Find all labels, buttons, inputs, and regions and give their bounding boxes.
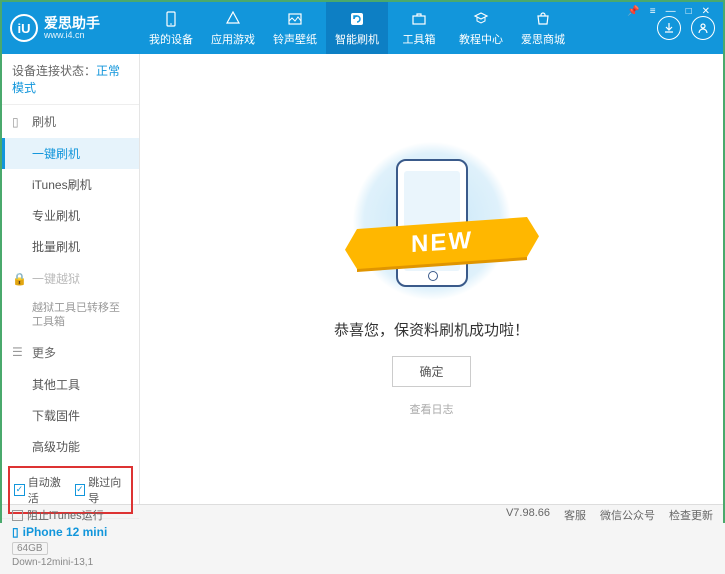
- toolbox-icon: [410, 10, 428, 28]
- sidebar-head-more[interactable]: ☰ 更多: [2, 336, 139, 369]
- minimize-icon[interactable]: —: [663, 6, 679, 17]
- apps-icon: [224, 10, 242, 28]
- sidebar-head-flash[interactable]: ▯ 刷机: [2, 105, 139, 138]
- nav-flash[interactable]: 智能刷机: [326, 2, 388, 54]
- device-phone-icon: ▯: [12, 525, 19, 539]
- success-illustration: NEW: [347, 141, 517, 301]
- maximize-icon[interactable]: □: [683, 6, 695, 17]
- logo-icon: iU: [10, 14, 38, 42]
- download-button[interactable]: [657, 16, 681, 40]
- jailbreak-note: 越狱工具已转移至工具箱: [2, 295, 139, 336]
- device-capacity: 64GB: [12, 542, 48, 555]
- check-update-link[interactable]: 检查更新: [669, 507, 713, 523]
- sidebar-item-advanced[interactable]: 高级功能: [2, 431, 139, 462]
- device-version: Down-12mini-13,1: [12, 557, 129, 568]
- user-button[interactable]: [691, 16, 715, 40]
- phone-icon: ▯: [12, 115, 26, 129]
- sidebar-head-jailbreak[interactable]: 🔒 一键越狱: [2, 262, 139, 295]
- sidebar-item-itunes-flash[interactable]: iTunes刷机: [2, 169, 139, 200]
- more-icon: ☰: [12, 345, 26, 359]
- ok-button[interactable]: 确定: [392, 356, 470, 387]
- app-title: 爱思助手: [44, 16, 100, 30]
- menu-icon[interactable]: ≡: [647, 6, 659, 17]
- view-log-link[interactable]: 查看日志: [410, 401, 454, 417]
- device-info[interactable]: ▯iPhone 12 mini 64GB Down-12mini-13,1: [2, 518, 139, 574]
- sidebar-item-batch-flash[interactable]: 批量刷机: [2, 231, 139, 262]
- main-content: NEW 恭喜您，保资料刷机成功啦！ 确定 查看日志: [140, 54, 723, 504]
- connection-status: 设备连接状态：正常模式: [2, 54, 139, 105]
- logo: iU 爱思助手 www.i4.cn: [10, 14, 140, 42]
- flash-icon: [348, 10, 366, 28]
- main-nav: 我的设备 应用游戏 铃声壁纸 智能刷机 工具箱 教程中心 爱思商城: [140, 2, 574, 54]
- checkbox-skip-guide[interactable]: ✓跳过向导: [75, 474, 128, 506]
- pin-icon[interactable]: 📌: [624, 6, 642, 17]
- nav-my-device[interactable]: 我的设备: [140, 2, 202, 54]
- nav-tutorials[interactable]: 教程中心: [450, 2, 512, 54]
- customer-service-link[interactable]: 客服: [564, 507, 586, 523]
- nav-toolbox[interactable]: 工具箱: [388, 2, 450, 54]
- device-icon: [162, 10, 180, 28]
- nav-store[interactable]: 爱思商城: [512, 2, 574, 54]
- wallpaper-icon: [286, 10, 304, 28]
- checkbox-auto-activate[interactable]: ✓自动激活: [14, 474, 67, 506]
- tutorial-icon: [472, 10, 490, 28]
- checkbox-block-itunes[interactable]: 阻止iTunes运行: [12, 507, 104, 523]
- sidebar-item-pro-flash[interactable]: 专业刷机: [2, 200, 139, 231]
- wechat-link[interactable]: 微信公众号: [600, 507, 655, 523]
- close-icon[interactable]: ✕: [699, 6, 713, 17]
- sidebar-item-download-firmware[interactable]: 下载固件: [2, 400, 139, 431]
- sidebar-item-onekey-flash[interactable]: 一键刷机: [2, 138, 139, 169]
- lock-icon: 🔒: [12, 272, 26, 286]
- nav-apps[interactable]: 应用游戏: [202, 2, 264, 54]
- sidebar: 设备连接状态：正常模式 ▯ 刷机 一键刷机 iTunes刷机 专业刷机 批量刷机…: [2, 54, 140, 504]
- version-label: V7.98.66: [506, 507, 550, 523]
- sidebar-item-other-tools[interactable]: 其他工具: [2, 369, 139, 400]
- app-url: www.i4.cn: [44, 30, 100, 40]
- success-message: 恭喜您，保资料刷机成功啦！: [334, 319, 529, 340]
- nav-ringtones[interactable]: 铃声壁纸: [264, 2, 326, 54]
- header: iU 爱思助手 www.i4.cn 我的设备 应用游戏 铃声壁纸 智能刷机 工具…: [2, 2, 723, 54]
- store-icon: [534, 10, 552, 28]
